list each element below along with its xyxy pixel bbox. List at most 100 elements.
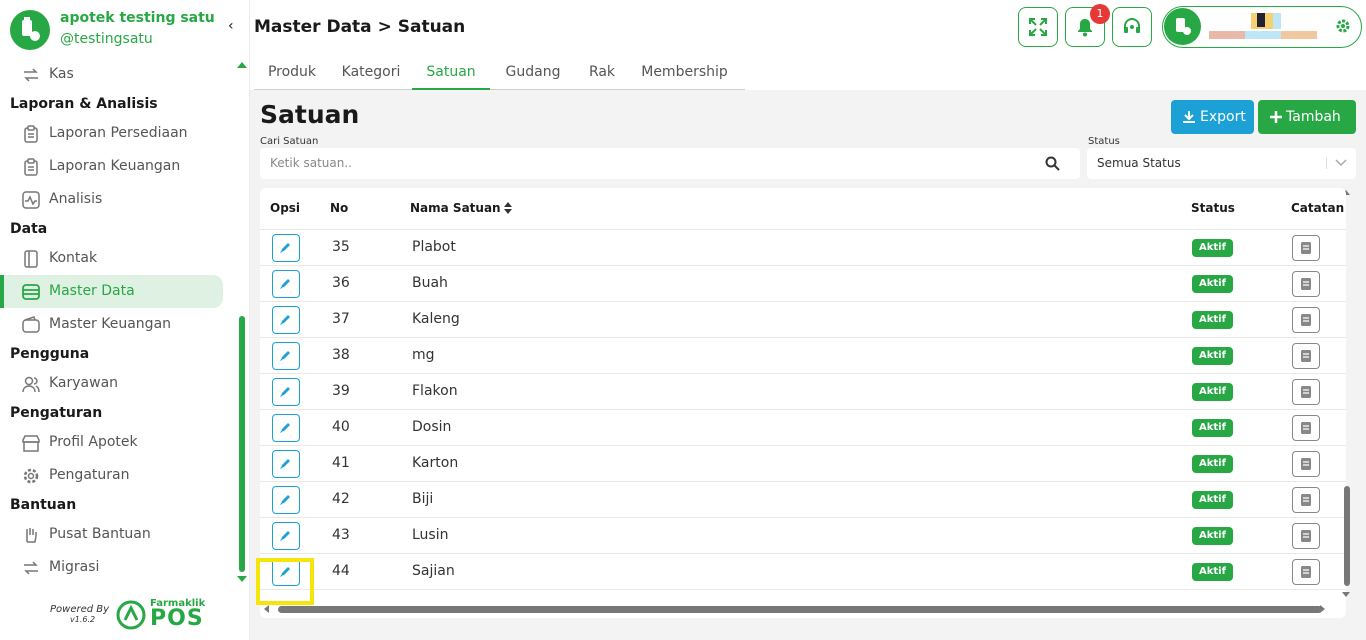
col-nama-satuan[interactable]: Nama Satuan (410, 201, 501, 215)
powered-pos: POS (150, 606, 204, 631)
table-scroll-thumb[interactable] (1344, 486, 1350, 586)
note-button[interactable] (1292, 451, 1320, 477)
store-icon (22, 435, 40, 452)
sidebar-item-label: Master Data (49, 283, 135, 299)
table-row: 41 Karton Aktif (260, 446, 1346, 482)
menu-section-bantuan: Bantuan (10, 497, 77, 513)
status-badge: Aktif (1192, 347, 1233, 365)
edit-button[interactable] (272, 522, 300, 550)
sidebar-item-laporan-keuangan[interactable]: Laporan Keuangan (0, 150, 235, 183)
tab-membership[interactable]: Membership (628, 54, 741, 90)
scroll-down-icon[interactable] (1342, 592, 1350, 597)
sidebar-item-label: Master Keuangan (49, 316, 172, 332)
sidebar-item-kontak[interactable]: Kontak (0, 242, 235, 275)
pencil-icon (280, 243, 290, 253)
sidebar-item-analisis[interactable]: Analisis (0, 183, 235, 216)
edit-button[interactable] (272, 378, 300, 406)
note-button[interactable] (1292, 559, 1320, 585)
scroll-up-icon[interactable] (237, 62, 247, 68)
sidebar-item-label: Migrasi (49, 559, 100, 575)
export-button[interactable]: Export (1171, 100, 1254, 134)
search-icon[interactable] (1045, 156, 1060, 171)
gear-icon[interactable] (1335, 18, 1351, 34)
sidebar-item-kas[interactable]: Kas (0, 58, 235, 91)
chevron-down-icon[interactable] (1335, 159, 1347, 167)
tab-kategori[interactable]: Kategori (330, 54, 412, 90)
sidebar-scroll-thumb[interactable] (239, 316, 245, 572)
note-icon (1301, 386, 1311, 398)
scroll-right-icon[interactable] (1320, 605, 1325, 613)
scroll-down-icon[interactable] (237, 576, 247, 582)
sidebar-scrollbar[interactable] (236, 60, 248, 590)
table-row: 42 Biji Aktif (260, 482, 1346, 518)
page-title: Master Data > Satuan (254, 17, 466, 37)
status-badge: Aktif (1192, 419, 1233, 437)
sidebar-item-profil-apotek[interactable]: Profil Apotek (0, 426, 235, 459)
edit-button[interactable] (272, 450, 300, 478)
tab-rak[interactable]: Rak (576, 54, 628, 90)
row-number: 37 (332, 311, 350, 327)
sidebar-item-laporan-persediaan[interactable]: Laporan Persediaan (0, 117, 235, 150)
note-icon (1301, 566, 1311, 578)
edit-button[interactable] (272, 486, 300, 514)
notification-button[interactable]: 1 (1065, 4, 1110, 47)
pencil-icon (280, 423, 290, 433)
wallet-icon (22, 316, 40, 333)
sort-icon[interactable] (504, 202, 512, 214)
note-button[interactable] (1292, 379, 1320, 405)
unit-name: Flakon (412, 383, 458, 399)
table-horizontal-scrollbar[interactable] (264, 604, 1328, 614)
profile-menu[interactable] (1162, 6, 1362, 48)
tab-list: Produk Kategori Satuan Gudang Rak Membership (254, 54, 745, 90)
row-number: 40 (332, 419, 350, 435)
scroll-left-icon[interactable] (264, 605, 269, 613)
select-separator (1326, 158, 1327, 169)
edit-button[interactable] (272, 342, 300, 370)
note-button[interactable] (1292, 271, 1320, 297)
note-button[interactable] (1292, 415, 1320, 441)
sidebar-item-karyawan[interactable]: Karyawan (0, 367, 235, 400)
table-vertical-scrollbar[interactable] (1342, 190, 1352, 600)
chevron-left-icon[interactable]: ‹ (228, 18, 234, 34)
sidebar-item-label: Laporan Keuangan (49, 158, 181, 174)
sidebar-item-label: Analisis (49, 191, 103, 207)
tab-gudang[interactable]: Gudang (490, 54, 576, 90)
pharmacy-logo-icon (10, 10, 50, 50)
status-badge: Aktif (1192, 311, 1233, 329)
edit-button[interactable] (272, 558, 300, 586)
support-button[interactable] (1112, 7, 1152, 47)
sidebar-item-pengaturan[interactable]: Pengaturan (0, 459, 235, 492)
pencil-icon (280, 315, 290, 325)
note-button[interactable] (1292, 235, 1320, 261)
status-badge: Aktif (1192, 491, 1233, 509)
headset-icon (1124, 18, 1140, 33)
search-label: Cari Satuan (260, 136, 319, 147)
note-button[interactable] (1292, 487, 1320, 513)
table-hscroll-thumb[interactable] (278, 606, 1322, 613)
sidebar-item-pusat-bantuan[interactable]: Pusat Bantuan (0, 518, 235, 551)
note-button[interactable] (1292, 523, 1320, 549)
sidebar-item-migrasi[interactable]: Migrasi (0, 551, 235, 584)
edit-button[interactable] (272, 270, 300, 298)
sidebar-item-label: Pusat Bantuan (49, 526, 151, 542)
edit-button[interactable] (272, 414, 300, 442)
note-button[interactable] (1292, 307, 1320, 333)
add-button[interactable]: Tambah (1258, 100, 1356, 134)
unit-name: Lusin (412, 527, 449, 543)
search-input[interactable]: Ketik satuan.. (260, 148, 1080, 179)
edit-button[interactable] (272, 306, 300, 334)
sidebar-item-master-data[interactable]: Master Data (0, 275, 223, 308)
fullscreen-button[interactable] (1018, 7, 1058, 47)
sidebar-item-master-keuangan[interactable]: Master Keuangan (0, 308, 235, 341)
status-select[interactable]: Semua Status (1087, 148, 1356, 179)
pencil-icon (280, 531, 290, 541)
plus-icon (1270, 111, 1282, 123)
edit-button[interactable] (272, 234, 300, 262)
note-icon (1301, 314, 1311, 326)
tab-satuan[interactable]: Satuan (412, 54, 490, 90)
col-status: Status (1191, 201, 1235, 215)
main-content: Satuan Export Tambah Cari Satuan Ketik s… (250, 90, 1366, 640)
powered-by: Powered By v1.6.2 Farmaklik POS (40, 598, 210, 634)
tab-produk[interactable]: Produk (254, 54, 330, 90)
note-button[interactable] (1292, 343, 1320, 369)
